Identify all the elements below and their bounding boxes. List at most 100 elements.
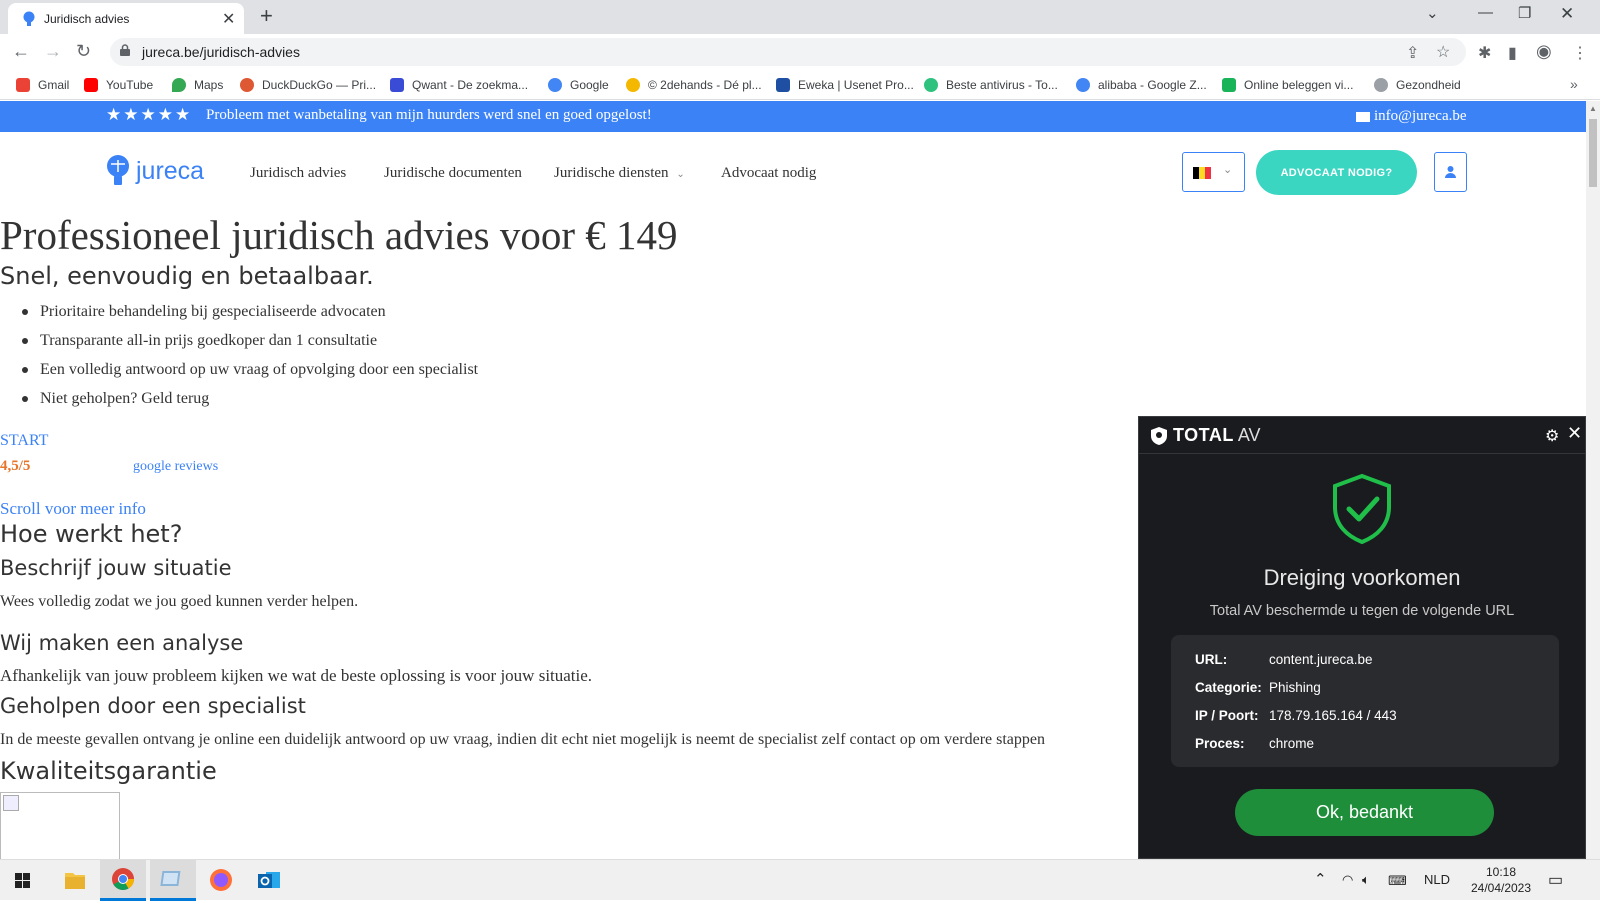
ok-thanks-button[interactable]: Ok, bedankt (1235, 789, 1494, 836)
nav-advocaat-nodig[interactable]: Advocaat nodig (721, 165, 816, 182)
google-reviews-link[interactable]: google reviews (133, 459, 218, 475)
bookmarks-overflow-icon[interactable]: » (1570, 76, 1578, 92)
extensions-icon[interactable]: ✱ (1478, 43, 1491, 63)
side-panel-icon[interactable]: ▮ (1508, 43, 1517, 63)
firefox-icon (210, 869, 232, 891)
rating-score: 4,5/5 (0, 458, 31, 474)
restore-icon[interactable]: ❐ (1518, 4, 1531, 22)
list-item: Prioritaire behandeling bij gespecialise… (0, 301, 478, 330)
folder-icon (65, 873, 85, 889)
nav-juridische-documenten[interactable]: Juridische documenten (384, 165, 522, 182)
volume-icon[interactable]: 🔈︎ (1362, 872, 1370, 888)
envelope-icon (1356, 111, 1370, 122)
logo-wordmark: jureca (136, 156, 205, 185)
nav-juridische-diensten[interactable]: Juridische diensten ⌄ (554, 165, 685, 182)
shield-check-icon (1333, 473, 1391, 545)
gear-icon[interactable]: ⚙ (1545, 426, 1559, 446)
youtube-icon (84, 78, 98, 92)
totalav-logo: TOTAL AV (1151, 425, 1261, 446)
step3-text: In de meeste gevallen ontvang je online … (0, 731, 1045, 748)
email-link[interactable]: info@jureca.be (1356, 108, 1467, 125)
back-icon[interactable]: ← (12, 41, 30, 62)
chevron-down-icon: ⌄ (676, 169, 685, 180)
scroll-up-icon[interactable]: ▲ (1589, 104, 1597, 113)
tab-search-icon[interactable]: ⌄ (1426, 4, 1439, 22)
network-icon[interactable]: ◠ (1342, 872, 1353, 888)
bookmark-item[interactable]: YouTube (84, 76, 153, 94)
advocaat-nodig-button[interactable]: ADVOCAAT NODIG? (1256, 150, 1417, 195)
lock-icon (120, 44, 130, 56)
site-logo[interactable]: jureca (106, 154, 204, 188)
start-button[interactable] (0, 860, 46, 901)
site-header: jureca Juridisch advies Juridische docum… (0, 132, 1586, 212)
menu-icon[interactable]: ⋮ (1572, 43, 1588, 63)
start-link[interactable]: START (0, 432, 48, 450)
bookmark-star-icon[interactable]: ☆ (1436, 42, 1450, 62)
bookmark-item[interactable]: Eweka | Usenet Pro... (776, 76, 914, 94)
window-close-icon[interactable]: ✕ (1560, 4, 1574, 24)
tab-close-icon[interactable]: ✕ (222, 9, 235, 29)
lightbulb-scale-icon (107, 155, 129, 185)
jureca-favicon-icon (23, 11, 35, 26)
bookmark-item[interactable]: Gmail (16, 76, 69, 94)
windows-logo-icon (15, 873, 30, 888)
minimize-icon[interactable]: — (1478, 4, 1493, 21)
belgium-flag-icon (1193, 167, 1211, 179)
scroll-more-link[interactable]: Scroll voor meer info (0, 499, 146, 519)
profile-icon[interactable]: ◉ (1536, 41, 1552, 62)
bookmark-item[interactable]: Online beleggen vi... (1222, 76, 1353, 94)
close-icon[interactable]: ✕ (1567, 423, 1582, 444)
step3-heading: Geholpen door een specialist (0, 694, 306, 718)
file-explorer-button[interactable] (52, 860, 98, 901)
new-tab-icon[interactable]: + (260, 3, 273, 29)
online-beleggen-icon (1222, 78, 1236, 92)
duckduckgo-icon (240, 78, 254, 92)
forward-icon[interactable]: → (44, 41, 62, 62)
outlook-taskbar-button[interactable] (246, 860, 292, 901)
chrome-taskbar-button[interactable] (100, 860, 146, 901)
tab-title: Juridisch advies (44, 12, 130, 26)
account-button[interactable] (1434, 152, 1467, 192)
list-item: Een volledig antwoord op uw vraag of opv… (0, 359, 478, 388)
notifications-icon[interactable]: ▭ (1548, 870, 1563, 890)
windows-taskbar: ⌃ ◠ 🔈︎ ⌨ NLD 10:18 24/04/2023 ▭ (0, 859, 1600, 901)
keyboard-icon[interactable]: ⌨ (1388, 873, 1407, 889)
bookmark-item[interactable]: alibaba - Google Z... (1076, 76, 1207, 94)
chevron-up-icon[interactable]: ⌃ (1314, 870, 1327, 888)
page-scrollbar[interactable]: ▲ (1586, 101, 1600, 859)
firefox-taskbar-button[interactable] (198, 860, 244, 901)
broken-image-icon (3, 795, 19, 811)
totalav-alert-popup: TOTAL AV ⚙ ✕ Dreiging voorkomen Total AV… (1138, 416, 1586, 859)
scrollbar-thumb[interactable] (1589, 119, 1597, 187)
eweka-icon (776, 78, 790, 92)
system-clock[interactable]: 10:18 24/04/2023 (1470, 864, 1532, 896)
tab-active[interactable]: Juridisch advies ✕ (8, 3, 244, 34)
bookmark-item[interactable]: DuckDuckGo — Pri... (240, 76, 376, 94)
list-item: Transparante all-in prijs goedkoper dan … (0, 330, 478, 359)
broken-image (0, 792, 120, 859)
address-bar[interactable]: jureca.be/juridisch-advies ⇪ ☆ (110, 38, 1466, 66)
url-text: jureca.be/juridisch-advies (142, 44, 300, 60)
reload-icon[interactable]: ↻ (76, 41, 91, 62)
gmail-icon (16, 78, 30, 92)
totalav-shield-icon (1151, 426, 1167, 445)
bookmark-item[interactable]: Maps (172, 76, 223, 94)
bookmark-item[interactable]: Google (548, 76, 609, 94)
bookmark-item[interactable]: Qwant - De zoekma... (390, 76, 528, 94)
outlook-icon (258, 872, 280, 888)
step2-text: Afhankelijk van jouw probleem kijken we … (0, 666, 593, 685)
bookmark-item[interactable]: Beste antivirus - To... (924, 76, 1058, 94)
totalav-bookmark-icon (924, 78, 938, 92)
bookmarks-bar: Gmail YouTube Maps DuckDuckGo — Pri... Q… (0, 70, 1600, 100)
input-language[interactable]: NLD (1424, 872, 1450, 887)
threat-details: URL: content.jureca.be Categorie: Phishi… (1171, 635, 1559, 767)
app-taskbar-button[interactable] (150, 860, 196, 901)
nav-juridisch-advies[interactable]: Juridisch advies (250, 165, 346, 182)
language-select[interactable]: ⌄ (1182, 152, 1245, 192)
popup-subtext: Total AV beschermde u tegen de volgende … (1209, 603, 1515, 619)
share-icon[interactable]: ⇪ (1406, 43, 1419, 63)
bookmark-item[interactable]: Gezondheid (1374, 76, 1461, 94)
browser-toolbar: ← → ↻ jureca.be/juridisch-advies ⇪ ☆ ✱ ▮… (0, 34, 1600, 70)
bookmark-item[interactable]: © 2dehands - Dé pl... (626, 76, 762, 94)
quality-heading: Kwaliteitsgarantie (0, 757, 217, 785)
